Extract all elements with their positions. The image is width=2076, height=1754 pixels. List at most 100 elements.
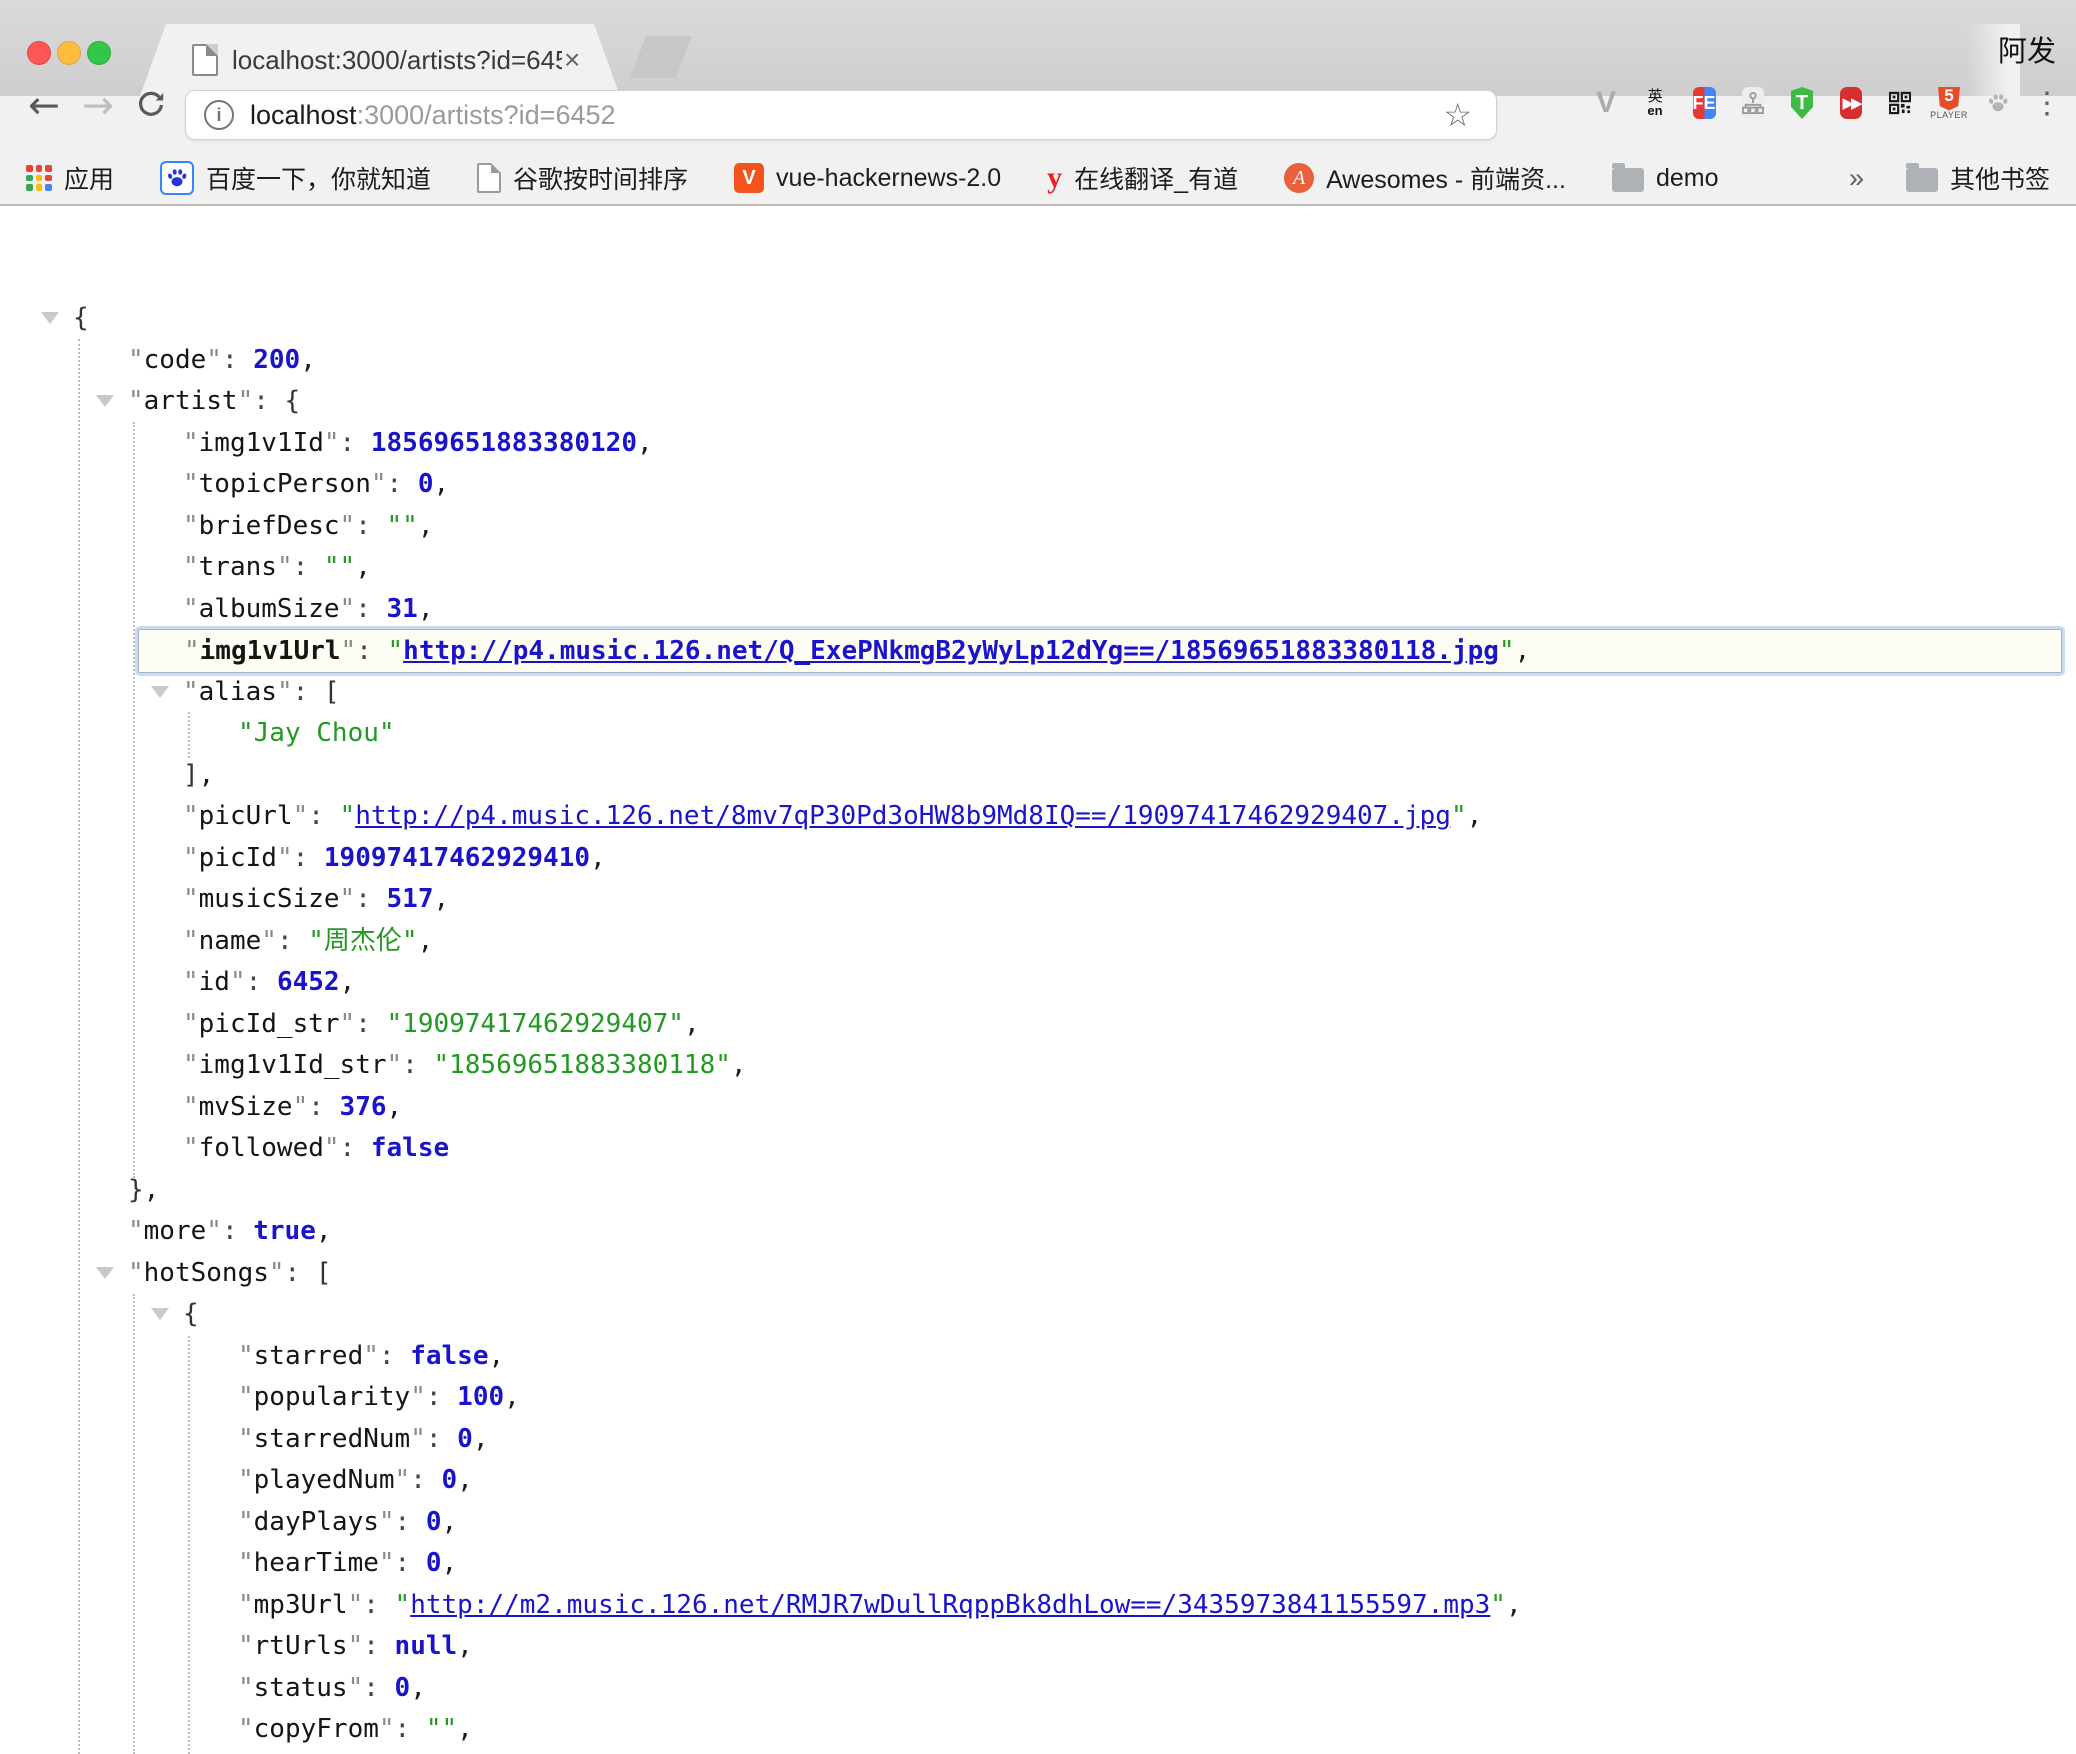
bookmarks-right-group: » 其他书签	[1843, 159, 2056, 197]
other-bookmarks-folder[interactable]: 其他书签	[1900, 159, 2056, 197]
json-number-value: 100	[457, 1382, 504, 1412]
json-row: "picId": 19097417462929410,	[0, 837, 2076, 879]
bookmark-awesomes[interactable]: A Awesomes - 前端资...	[1278, 159, 1572, 197]
json-number-value: 517	[387, 884, 434, 914]
json-number-value: 19097417462929410	[324, 843, 590, 873]
json-key: img1v1Id	[199, 428, 324, 458]
json-string-value: "周杰伦"	[308, 926, 417, 956]
bookmark-youdao[interactable]: y 在线翻译_有道	[1041, 159, 1244, 197]
json-row: },	[0, 1169, 2076, 1211]
json-bool-value: true	[253, 1216, 316, 1246]
json-string-value: "19097417462929407"	[387, 1009, 684, 1039]
json-punctuation: {	[183, 1299, 199, 1329]
json-url-link[interactable]: http://p4.music.126.net/8mv7qP30Pd3oHW8b…	[355, 801, 1451, 831]
zoom-window-button[interactable]	[87, 41, 111, 65]
video-downloader-extension-icon[interactable]: ▶▶	[1834, 86, 1868, 120]
json-key: followed	[199, 1133, 324, 1163]
json-row: "briefDesc": "",	[0, 505, 2076, 547]
new-tab-button[interactable]	[630, 36, 692, 78]
tampermonkey-extension-icon[interactable]: T	[1785, 86, 1819, 120]
apps-grid-icon	[26, 165, 52, 191]
json-row: "starredNum": 0,	[0, 1418, 2076, 1460]
json-null-value: null	[395, 1631, 458, 1661]
json-string-value: ""	[387, 511, 418, 541]
json-row: {	[0, 297, 2076, 339]
browser-menu-icon[interactable]: ⋮	[2030, 86, 2064, 120]
json-row: "picId_str": "19097417462929407",	[0, 1003, 2076, 1045]
folder-icon	[1612, 168, 1644, 192]
bookmark-google-sort[interactable]: 谷歌按时间排序	[471, 159, 694, 197]
bookmark-baidu[interactable]: 百度一下，你就知道	[154, 159, 437, 197]
json-row: "mvSize": 376,	[0, 1086, 2076, 1128]
back-button[interactable]: ←	[22, 82, 66, 128]
json-key: starred	[254, 1341, 364, 1371]
json-key: img1v1Id_str	[199, 1050, 387, 1080]
close-window-button[interactable]	[27, 41, 51, 65]
json-url-link[interactable]: http://m2.music.126.net/RMJR7wDullRqppBk…	[410, 1590, 1490, 1620]
bookmark-apps[interactable]: 应用	[20, 159, 120, 197]
sitemap-extension-icon[interactable]	[1736, 86, 1770, 120]
json-row: "dayPlays": 0,	[0, 1501, 2076, 1543]
browser-tab[interactable]: localhost:3000/artists?id=645 ×	[140, 24, 620, 96]
json-row: "rtUrls": null,	[0, 1625, 2076, 1667]
json-punctuation: }	[128, 1175, 144, 1205]
json-key: code	[144, 345, 207, 375]
collapse-triangle-icon[interactable]	[151, 686, 169, 698]
collapse-triangle-icon[interactable]	[41, 312, 59, 324]
collapse-triangle-icon[interactable]	[151, 1308, 169, 1320]
json-row: "img1v1Id": 18569651883380120,	[0, 422, 2076, 464]
json-key: starredNum	[254, 1424, 411, 1454]
json-number-value: 31	[387, 594, 418, 624]
minimize-window-button[interactable]	[57, 41, 81, 65]
json-number-value: 200	[253, 345, 300, 375]
paw-extension-icon[interactable]	[1981, 86, 2015, 120]
json-row: "id": 6452,	[0, 961, 2076, 1003]
json-row: "name": "周杰伦",	[0, 920, 2076, 962]
address-bar[interactable]: i localhost:3000/artists?id=6452 ☆	[185, 90, 1497, 140]
json-row: "trans": "",	[0, 546, 2076, 588]
bookmark-vue-hackernews[interactable]: V vue-hackernews-2.0	[728, 162, 1007, 194]
json-row: "more": true,	[0, 1210, 2076, 1252]
json-key: id	[199, 967, 230, 997]
json-string-value: "18569651883380118"	[433, 1050, 730, 1080]
profile-name[interactable]: 阿发	[1998, 28, 2056, 70]
qr-code-extension-icon[interactable]	[1883, 86, 1917, 120]
reload-button[interactable]	[128, 86, 174, 132]
translate-extension-icon[interactable]: 英en	[1638, 86, 1672, 120]
json-number-value: 0	[442, 1465, 458, 1495]
collapse-triangle-icon[interactable]	[96, 395, 114, 407]
page-favicon-icon	[192, 44, 218, 76]
json-key: topicPerson	[199, 469, 371, 499]
json-string-value: "Jay Chou"	[238, 718, 395, 748]
json-url-link[interactable]: http://p4.music.126.net/Q_ExePNkmgB2yWyL…	[403, 636, 1499, 666]
json-key: mp3Url	[254, 1590, 348, 1620]
bookmark-star-icon[interactable]: ☆	[1437, 95, 1478, 135]
json-row: "starred": false,	[0, 1335, 2076, 1377]
json-key: alias	[199, 677, 277, 707]
folder-icon	[1906, 168, 1938, 192]
json-number-value: 0	[426, 1507, 442, 1537]
bookmarks-overflow-chevron[interactable]: »	[1843, 162, 1870, 195]
json-row: "mp3Url": "http://m2.music.126.net/RMJR7…	[0, 1584, 2076, 1626]
json-row: "img1v1Id_str": "18569651883380118",	[0, 1044, 2076, 1086]
vue-devtools-extension-icon[interactable]: V	[1589, 86, 1623, 120]
tab-close-icon[interactable]: ×	[564, 44, 580, 76]
collapse-triangle-icon[interactable]	[96, 1267, 114, 1279]
json-key: picId	[199, 843, 277, 873]
awesomes-a-icon: A	[1284, 163, 1314, 193]
json-number-value: 0	[418, 469, 434, 499]
json-row: "popularity": 100,	[0, 1376, 2076, 1418]
json-punctuation: {	[73, 303, 89, 333]
html5-player-extension-icon[interactable]: 5PLAYER	[1932, 86, 1966, 120]
bookmarks-bar: 应用 百度一下，你就知道 谷歌按时间排序 V vue-hackernews-2.…	[0, 152, 2076, 206]
paw-icon	[1987, 88, 2009, 118]
json-key: popularity	[254, 1382, 411, 1412]
forward-button[interactable]: →	[76, 82, 120, 128]
json-row: "code": 200,	[0, 339, 2076, 381]
json-key: status	[254, 1673, 348, 1703]
bookmark-demo-folder[interactable]: demo	[1606, 163, 1725, 194]
json-key: hearTime	[254, 1548, 379, 1578]
site-info-icon[interactable]: i	[204, 100, 234, 130]
json-row: "musicSize": 517,	[0, 878, 2076, 920]
fe-extension-icon[interactable]: FE	[1687, 86, 1721, 120]
